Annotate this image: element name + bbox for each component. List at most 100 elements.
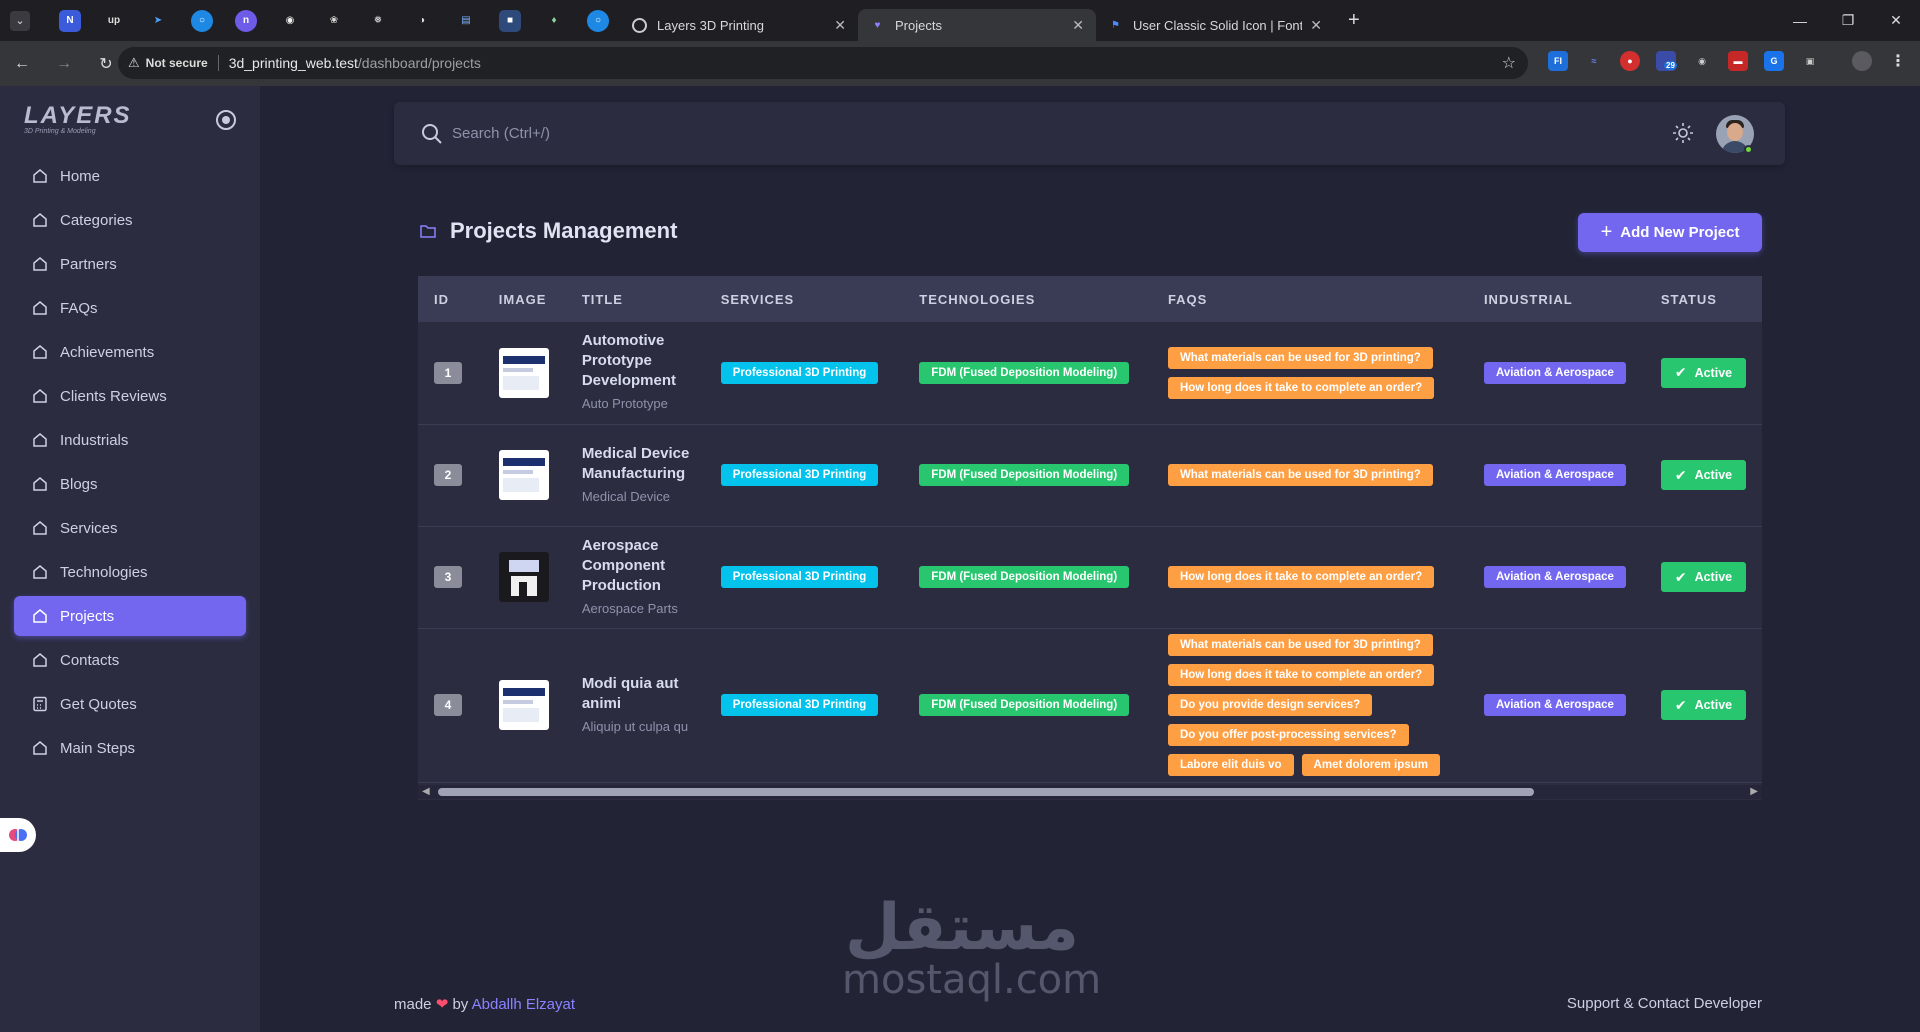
horizontal-scrollbar[interactable]: ◀ ▶ — [418, 785, 1762, 799]
pinned-tab-icon[interactable]: ❅ — [367, 10, 389, 32]
brand-logo[interactable]: LAYERS 3D Printing & Modeling — [24, 102, 132, 135]
brain-widget-icon[interactable] — [0, 818, 36, 852]
sidebar-item-industrials[interactable]: Industrials — [14, 420, 246, 460]
github-icon[interactable]: ◉ — [279, 10, 301, 32]
project-thumbnail[interactable] — [498, 450, 549, 500]
more-menu-icon[interactable]: ⋮ — [1888, 51, 1908, 71]
status-toggle[interactable]: ✔ Active — [1660, 562, 1747, 592]
image-cell — [482, 424, 566, 527]
back-icon[interactable]: ← — [12, 55, 32, 73]
author-link[interactable]: Abdallh Elzayat — [472, 996, 575, 1013]
pinned-tab-icon[interactable]: ♦ — [543, 10, 565, 32]
sidebar-item-services[interactable]: Services — [14, 508, 246, 548]
extension-icon[interactable]: 29 — [1656, 51, 1677, 71]
camera-icon[interactable]: ◉ — [1692, 51, 1712, 71]
technology-badge: FDM (Fused Deposition Modeling) — [919, 361, 1130, 384]
sidebar-item-get-quotes[interactable]: Get Quotes — [14, 684, 246, 724]
id-badge: 3 — [434, 566, 462, 588]
tab-search-chevron-icon[interactable]: ⌄ — [10, 10, 30, 31]
pinned-tab-icon[interactable]: ➤ — [147, 10, 169, 32]
close-icon[interactable]: ✕ — [834, 17, 846, 34]
sidebar-item-blogs[interactable]: Blogs — [14, 464, 246, 504]
project-thumbnail[interactable] — [498, 680, 549, 730]
projects-table-card: ID IMAGE TITLE SERVICES TECHNOLOGIES FAQS INDU… — [418, 276, 1762, 800]
sidebar-item-home[interactable]: Home — [14, 156, 246, 196]
browser-tab[interactable]: ⚑ User Classic Solid Icon | Font Av ✕ — [1096, 9, 1334, 41]
sidebar-item-faqs[interactable]: FAQs — [14, 288, 246, 328]
scroll-right-icon[interactable]: ▶ — [1750, 786, 1758, 797]
pinned-tab-icon[interactable]: N — [59, 9, 81, 32]
online-status-dot — [1744, 145, 1753, 154]
sidebar-toggle-icon[interactable] — [216, 110, 236, 130]
puzzle-icon[interactable]: ▣ — [1800, 51, 1820, 71]
search-input[interactable] — [452, 119, 1052, 147]
reload-icon[interactable]: ↻ — [96, 54, 116, 74]
pinned-tab-icon[interactable]: up — [103, 10, 125, 32]
sidebar-item-partners[interactable]: Partners — [14, 244, 246, 284]
sidebar-item-achievements[interactable]: Achievements — [14, 332, 246, 372]
sidebar-item-categories[interactable]: Categories — [14, 200, 246, 240]
pinned-tab-icon[interactable]: ❀ — [323, 10, 345, 32]
support-link[interactable]: Support & Contact Developer — [1567, 995, 1762, 1012]
close-icon[interactable]: ✕ — [1072, 17, 1084, 34]
forward-icon[interactable]: → — [54, 55, 74, 73]
browser-tab[interactable]: Layers 3D Printing ✕ — [620, 9, 858, 41]
extension-icon[interactable]: ≈ — [1584, 51, 1604, 71]
globe-icon[interactable]: ◑ — [411, 10, 433, 32]
column-header: INDUSTRIAL — [1483, 291, 1573, 307]
scroll-left-icon[interactable]: ◀ — [422, 786, 430, 797]
search-icon[interactable] — [420, 122, 444, 146]
minimize-icon[interactable]: — — [1776, 13, 1824, 29]
sidebar-item-technologies[interactable]: Technologies — [14, 552, 246, 592]
add-new-project-button[interactable]: + Add New Project — [1578, 213, 1762, 252]
faq-badge: What materials can be used for 3D printi… — [1167, 634, 1433, 656]
page-title: Projects Management — [450, 218, 678, 243]
extension-icon[interactable]: FI — [1548, 51, 1568, 71]
status-toggle[interactable]: ✔ Active — [1660, 690, 1747, 720]
sidebar-item-label: Technologies — [60, 563, 148, 581]
translate-icon[interactable]: G — [1764, 51, 1784, 71]
extension-icon[interactable]: ▬ — [1728, 51, 1748, 71]
profile-icon[interactable] — [1852, 51, 1872, 71]
sidebar-item-main-steps[interactable]: Main Steps — [14, 728, 246, 768]
scrollbar-thumb[interactable] — [438, 788, 1534, 796]
browser-tab-bar: ⌄ N up ➤ ○ n ◉ ❀ ❅ ◑ ▤ ■ ♦ ○ Layers 3D P… — [0, 0, 1920, 41]
status-cell: ✔ Active — [1644, 322, 1762, 425]
id-cell: 1 — [418, 322, 483, 425]
services-cell: Professional 3D Printing — [704, 526, 904, 629]
new-tab-button[interactable]: + — [1348, 9, 1360, 32]
status-toggle[interactable]: ✔ Active — [1660, 357, 1747, 388]
pinned-tab-icon[interactable]: ■ — [499, 9, 521, 32]
sidebar-menu: Home Categories Partners FAQs Achievements Cl… — [14, 156, 246, 772]
browser-tab-active[interactable]: ♥ Projects ✕ — [858, 9, 1096, 41]
warning-icon[interactable]: ⚠ — [128, 55, 140, 71]
home-icon — [32, 344, 48, 360]
id-cell: 2 — [418, 424, 483, 527]
pinned-tab-icon[interactable]: ○ — [587, 9, 609, 32]
pinned-tabs: N up ➤ ○ n ◉ ❀ ❅ ◑ ▤ ■ ♦ ○ — [48, 9, 620, 32]
sidebar-item-clients-reviews[interactable]: Clients Reviews — [14, 376, 246, 416]
pinned-tab-icon[interactable]: ○ — [191, 9, 213, 32]
add-button-label: Add New Project — [1620, 224, 1740, 241]
status-label: Active — [1694, 365, 1733, 380]
column-header: STATUS — [1660, 291, 1717, 307]
close-window-icon[interactable]: ✕ — [1872, 12, 1920, 29]
image-cell — [482, 526, 566, 629]
service-badge: Professional 3D Printing — [720, 694, 879, 716]
industrial-badge: Aviation & Aerospace — [1483, 464, 1626, 486]
restore-icon[interactable]: ❐ — [1824, 12, 1872, 29]
database-icon[interactable]: ▤ — [455, 10, 477, 32]
check-icon: ✔ — [1674, 364, 1687, 381]
sidebar-item-projects[interactable]: Projects — [14, 596, 246, 636]
project-thumbnail[interactable] — [498, 347, 549, 398]
sidebar-item-contacts[interactable]: Contacts — [14, 640, 246, 680]
theme-sun-icon[interactable] — [1672, 122, 1694, 144]
status-toggle[interactable]: ✔ Active — [1660, 460, 1747, 490]
extension-icon[interactable]: ● — [1620, 51, 1640, 71]
url-bar[interactable]: ⚠ Not secure 3d_printing_web.test /dashb… — [118, 47, 1528, 79]
close-icon[interactable]: ✕ — [1310, 17, 1322, 34]
pinned-tab-icon[interactable]: n — [235, 9, 257, 32]
sidebar-item-label: Categories — [60, 211, 133, 229]
project-thumbnail[interactable] — [498, 552, 549, 602]
bookmark-star-icon[interactable]: ☆ — [1502, 53, 1516, 73]
